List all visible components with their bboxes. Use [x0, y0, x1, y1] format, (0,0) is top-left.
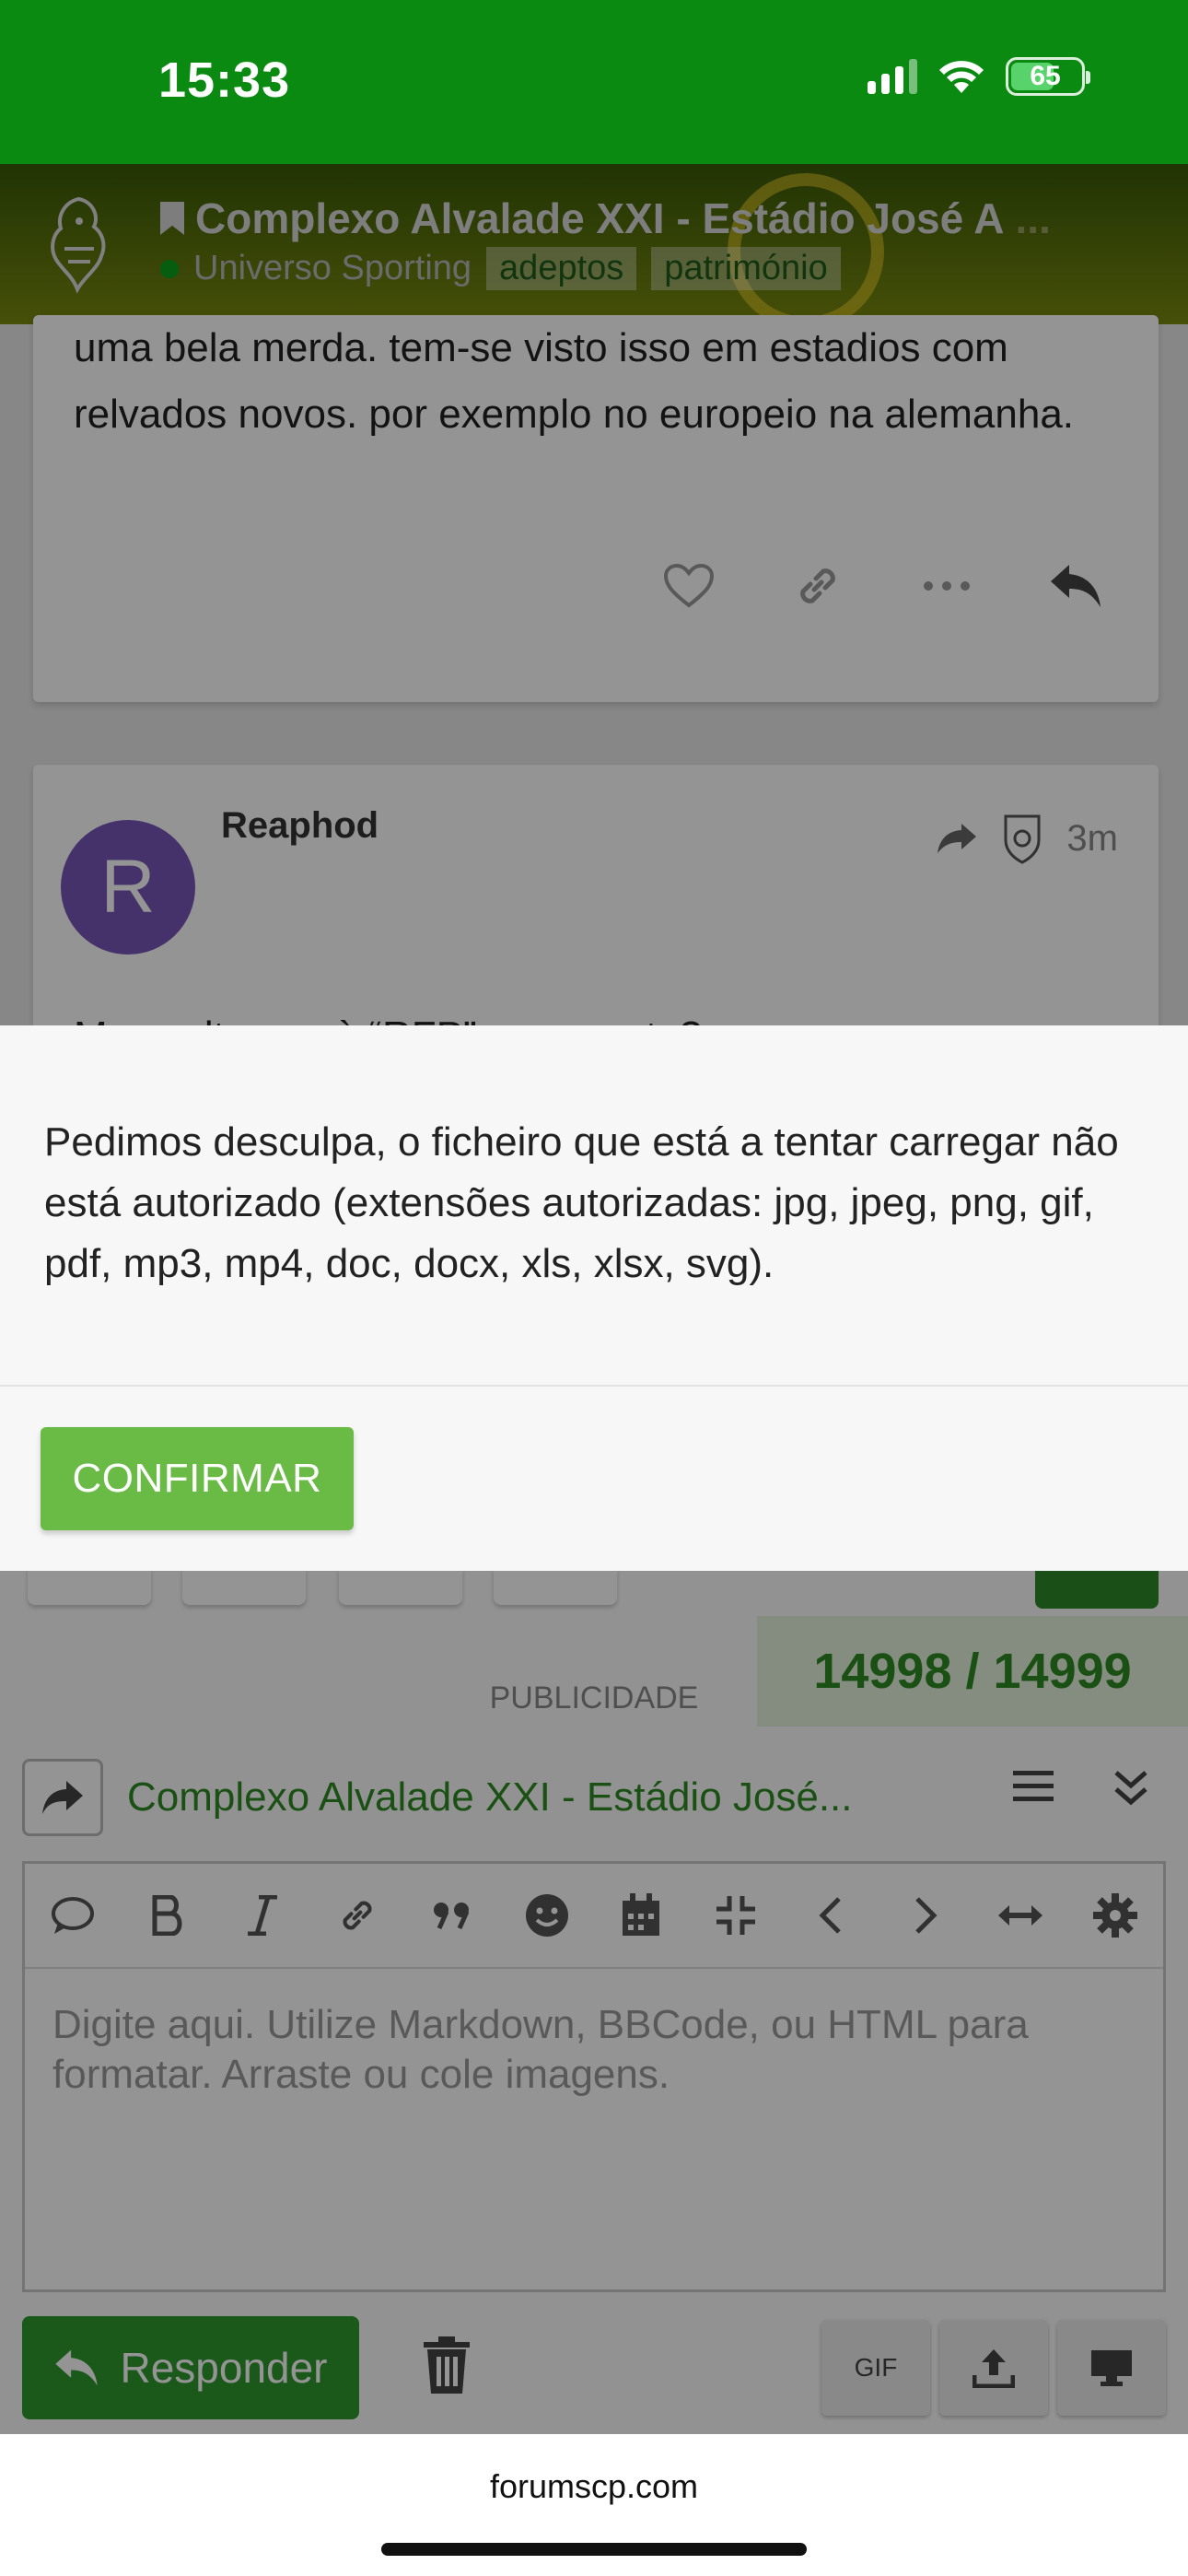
dialog-divider — [0, 1385, 1188, 1387]
battery-icon: 65 — [1006, 57, 1090, 96]
browser-url-bar[interactable]: forumscp.com — [0, 2434, 1188, 2576]
dialog-message: Pedimos desculpa, o ficheiro que está a … — [44, 1119, 1119, 1286]
status-icons: 65 — [868, 57, 1090, 96]
battery-percentage: 65 — [1030, 61, 1061, 91]
status-time: 15:33 — [158, 53, 291, 108]
error-dialog: Pedimos desculpa, o ficheiro que está a … — [0, 1025, 1188, 1571]
confirm-button[interactable]: CONFIRMAR — [41, 1427, 354, 1530]
wifi-icon — [939, 61, 984, 93]
home-indicator[interactable] — [381, 2543, 807, 2556]
cellular-signal-icon — [868, 59, 917, 94]
url-text[interactable]: forumscp.com — [0, 2467, 1188, 2506]
status-bar: 15:33 65 — [0, 0, 1188, 164]
